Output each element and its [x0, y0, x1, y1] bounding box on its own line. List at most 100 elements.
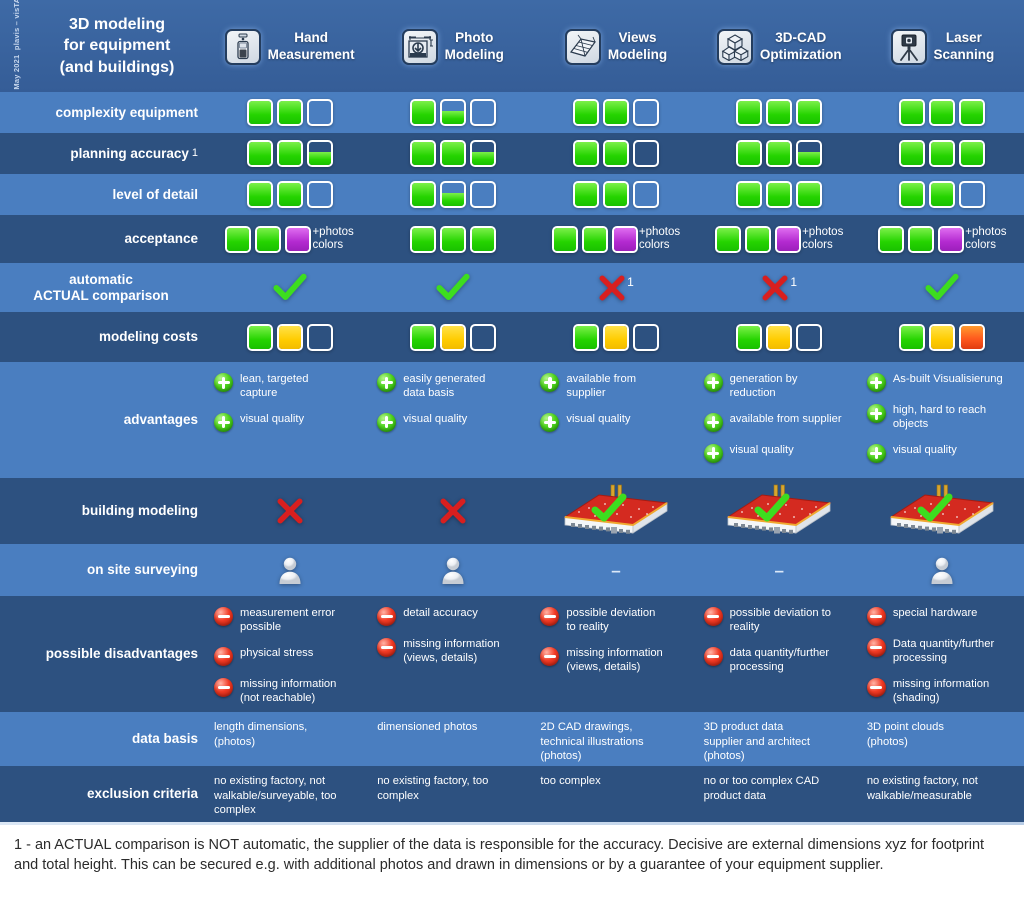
rating-boxes: [899, 140, 986, 167]
plus-badge-icon: [540, 373, 560, 392]
rating-box: [736, 181, 763, 208]
rating-box: [409, 140, 436, 167]
column-header-line1: Laser: [945, 30, 982, 46]
cell-advantages-views-modeling: available from supplier visual quality: [534, 362, 697, 478]
bullet-label: visual quality: [892, 443, 957, 456]
rating-box: [276, 181, 303, 208]
cell-advantages-3d-cad-optimization: generation by reduction available from sup…: [698, 362, 861, 478]
rating-box: [409, 323, 436, 351]
cell-complexity-equipment-hand-measurement: [208, 92, 371, 133]
cell-exclusion-criteria-hand-measurement: no existing factory, not walkable/surveya…: [208, 766, 371, 822]
bullet-item: easily generated data basis: [377, 372, 528, 401]
cell-on-site-surveying-3d-cad-optimization: –: [698, 544, 861, 596]
matrix-row-exclusion-criteria: exclusion criteria no existing factory, n…: [0, 766, 1024, 822]
minus-badge-icon: [540, 607, 560, 626]
rating-box: [276, 99, 303, 126]
rating-box: [225, 225, 252, 253]
bullet-label: available from supplier: [729, 412, 842, 425]
cell-exclusion-criteria-laser-scanning: no existing factory, not walkable/measura…: [861, 766, 1024, 822]
cross-icon: 1: [761, 274, 797, 302]
building-check-icon: [724, 483, 834, 539]
rating-box: [929, 323, 956, 351]
rating-boxes: [246, 140, 333, 167]
cell-building-modeling-views-modeling: [534, 478, 697, 544]
cell-building-modeling-laser-scanning: [861, 478, 1024, 544]
row-label-planning-accuracy: planning accuracy 1: [0, 133, 208, 174]
cell-on-site-surveying-views-modeling: –: [534, 544, 697, 596]
rating-boxes: [899, 323, 986, 351]
rating-boxes: [573, 323, 659, 351]
bullet-item: available from supplier: [540, 372, 691, 401]
cell-complexity-equipment-3d-cad-optimization: [698, 92, 861, 133]
minus-badge-icon: [703, 607, 723, 626]
cell-text: no existing factory, not walkable/surveya…: [214, 775, 337, 817]
rating-box: [796, 181, 823, 208]
status-brand: plavis – visTABLE®: [12, 0, 22, 51]
cell-level-of-detail-3d-cad-optimization: [698, 174, 861, 215]
row-label-text: level of detail: [112, 186, 198, 202]
cell-acceptance-3d-cad-optimization: +photos colors: [698, 215, 861, 263]
cell-level-of-detail-hand-measurement: [208, 174, 371, 215]
row-label-text: planning accuracy: [70, 145, 189, 161]
row-label-text: advantages: [123, 412, 198, 428]
cell-planning-accuracy-views-modeling: [534, 133, 697, 174]
matrix-row-building-modeling: building modeling: [0, 478, 1024, 544]
matrix-row-data-basis: data basis length dimensions, (photos) dime…: [0, 712, 1024, 766]
plus-badge-icon: [377, 412, 397, 432]
check-icon: [925, 273, 959, 303]
rating-boxes: [409, 323, 496, 351]
bullet-label: special hardware: [892, 607, 978, 619]
matrix-row-possible-disadvantages: possible disadvantages measurement error p…: [0, 596, 1024, 712]
column-header-laser-scanning: Laser Scanning: [861, 0, 1024, 92]
rating-box: [929, 99, 956, 126]
title-line-1: 3D modeling: [68, 16, 165, 34]
bullet-label: data quantity/further processing: [729, 646, 830, 673]
rating-box: [796, 323, 823, 351]
rating-boxes: [409, 140, 496, 167]
matrix-row-complexity-equipment: complexity equipment: [0, 92, 1024, 133]
minus-badge-icon: [866, 638, 886, 657]
cell-automatic-actual-comparison-photo-modeling: [371, 263, 534, 312]
cross-icon: [276, 497, 304, 525]
cell-data-basis-views-modeling: 2D CAD drawings, technical illustrations(…: [534, 712, 697, 766]
bullet-item: visual quality: [866, 443, 1018, 463]
cell-planning-accuracy-laser-scanning: [861, 133, 1024, 174]
bullet-label: missing information (views, details): [566, 646, 663, 673]
rating-box: [469, 323, 496, 351]
rating-boxes: [736, 323, 823, 351]
cell-text: length dimensions, (photos): [214, 721, 308, 748]
rating-box: [573, 181, 599, 208]
rating-boxes: [736, 181, 823, 208]
bullet-label: easily generated data basis: [403, 373, 486, 400]
rating-box: [633, 99, 659, 126]
cad-blocks-icon: [716, 29, 753, 65]
bullet-item: possible deviation to reality: [540, 606, 691, 635]
bullet-label: lean, targeted capture: [240, 373, 309, 400]
plus-badge-icon: [377, 373, 397, 392]
rating-box: [246, 181, 273, 208]
minus-badge-icon: [866, 607, 886, 626]
row-label-text: possible disadvantages: [45, 646, 198, 662]
rating-box: [439, 225, 466, 253]
rating-box: [715, 225, 742, 253]
cell-planning-accuracy-photo-modeling: [371, 133, 534, 174]
footnote-text: 1 - an ACTUAL comparison is NOT automati…: [0, 825, 1024, 883]
rating-box: [899, 140, 926, 167]
rating-boxes: [899, 181, 986, 208]
bullet-label: possible deviation to reality: [729, 607, 831, 634]
rating-box: [306, 140, 333, 167]
row-label-text: acceptance: [124, 231, 198, 247]
rating-boxes: [573, 181, 659, 208]
column-header-label: Views Modeling: [608, 30, 667, 64]
rating-box: [959, 181, 986, 208]
rating-box: [736, 140, 763, 167]
cross-icon: 1: [598, 274, 634, 302]
rating-box: [603, 99, 629, 126]
cell-building-modeling-3d-cad-optimization: [698, 478, 861, 544]
bullet-item: missing information (shading): [866, 677, 1018, 706]
column-header-line2: Optimization: [759, 47, 842, 62]
bullet-item: As-built Visualisierung: [866, 372, 1018, 392]
column-header-photo-modeling: Photo Modeling: [371, 0, 534, 92]
bullet-list: As-built Visualisierung high, hard to rea…: [861, 362, 1024, 473]
cell-modeling-costs-hand-measurement: [208, 312, 371, 362]
